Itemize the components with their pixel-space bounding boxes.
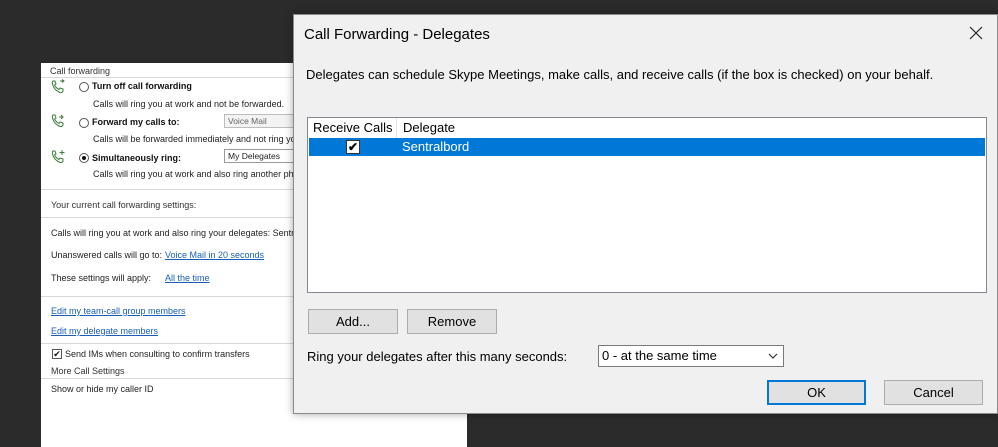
close-icon[interactable] bbox=[967, 24, 985, 42]
ring-delay-select[interactable]: 0 - at the same time bbox=[598, 345, 784, 367]
phone-forward-icon bbox=[51, 79, 65, 94]
option-label-forward[interactable]: Forward my calls to: bbox=[92, 117, 180, 127]
option-label-simultaneous[interactable]: Simultaneously ring: bbox=[92, 153, 181, 163]
phone-forward-to-icon bbox=[51, 114, 64, 128]
option-label-turn-off[interactable]: Turn off call forwarding bbox=[92, 81, 192, 91]
delegate-name: Sentralbord bbox=[402, 139, 470, 154]
more-call-settings-title: More Call Settings bbox=[51, 366, 125, 376]
option-description-turn-off: Calls will ring you at work and not be f… bbox=[93, 99, 285, 109]
unanswered-label: Unanswered calls will go to: bbox=[51, 250, 163, 260]
chevron-down-icon bbox=[768, 353, 778, 359]
simultaneous-ring-combo[interactable]: My Delegates bbox=[224, 149, 304, 163]
caller-id-label[interactable]: Show or hide my caller ID bbox=[51, 384, 154, 394]
ring-delay-value: 0 - at the same time bbox=[602, 348, 717, 363]
dialog-intro-text: Delegates can schedule Skype Meetings, m… bbox=[306, 67, 934, 82]
cancel-button[interactable]: Cancel bbox=[884, 380, 983, 405]
option-description-forward: Calls will be forwarded immediately and … bbox=[93, 134, 301, 144]
phone-simultaneous-icon bbox=[51, 150, 65, 164]
column-header-receive-calls[interactable]: Receive Calls bbox=[308, 118, 397, 138]
send-ims-label: Send IMs when consulting to confirm tran… bbox=[65, 349, 250, 359]
send-ims-checkbox[interactable]: ✔ bbox=[52, 349, 62, 359]
add-button[interactable]: Add... bbox=[308, 309, 398, 334]
column-header-delegate[interactable]: Delegate bbox=[398, 118, 455, 138]
table-row[interactable]: ✔ Sentralbord bbox=[309, 138, 985, 156]
ring-delay-label: Ring your delegates after this many seco… bbox=[307, 349, 568, 364]
current-settings-summary: Calls will ring you at work and also rin… bbox=[51, 228, 300, 238]
apply-schedule-link[interactable]: All the time bbox=[165, 273, 210, 283]
dialog-title: Call Forwarding - Delegates bbox=[304, 26, 490, 43]
forward-target-combo[interactable]: Voice Mail bbox=[224, 114, 304, 128]
radio-turn-off-forwarding[interactable] bbox=[79, 82, 89, 92]
edit-delegate-members-link[interactable]: Edit my delegate members bbox=[51, 326, 158, 336]
ok-button[interactable]: OK bbox=[767, 380, 866, 405]
remove-button[interactable]: Remove bbox=[407, 309, 497, 334]
receive-calls-checkbox[interactable]: ✔ bbox=[346, 140, 360, 154]
unanswered-destination-link[interactable]: Voice Mail in 20 seconds bbox=[165, 250, 264, 260]
section-title-call-forwarding: Call forwarding bbox=[50, 66, 111, 76]
delegates-dialog: Call Forwarding - Delegates Delegates ca… bbox=[293, 14, 998, 414]
radio-simultaneously-ring[interactable] bbox=[79, 153, 89, 163]
edit-team-call-group-link[interactable]: Edit my team-call group members bbox=[51, 306, 186, 316]
delegates-list[interactable]: Receive Calls Delegate ✔ Sentralbord bbox=[307, 117, 987, 293]
option-description-simultaneous: Calls will ring you at work and also rin… bbox=[93, 169, 299, 179]
radio-forward-calls[interactable] bbox=[79, 118, 89, 128]
current-settings-title: Your current call forwarding settings: bbox=[51, 200, 197, 210]
apply-label: These settings will apply: bbox=[51, 273, 152, 283]
